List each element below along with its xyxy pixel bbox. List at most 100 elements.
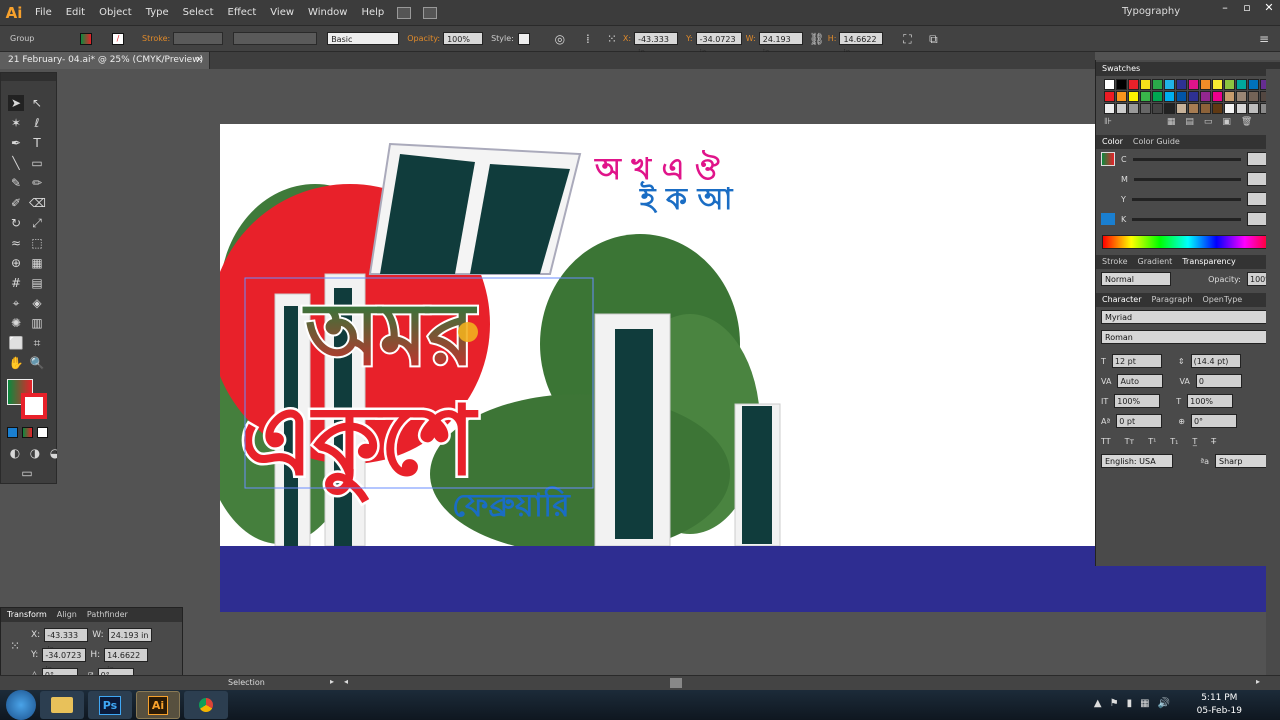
swatch-cell[interactable] <box>1164 79 1175 90</box>
font-family-select[interactable]: Myriad <box>1101 310 1275 324</box>
gradient-mode-icon[interactable] <box>22 427 33 438</box>
baseline-shift-field[interactable]: 0 pt <box>1116 414 1163 428</box>
status-tool[interactable]: Selection <box>228 678 265 687</box>
transform-tab[interactable]: Transform <box>7 608 47 622</box>
swatch-cell[interactable] <box>1128 79 1139 90</box>
none-mode-icon[interactable] <box>37 427 48 438</box>
illustrator-logo[interactable]: Ai <box>0 0 28 25</box>
tools-grip[interactable] <box>1 73 56 81</box>
swatch-cell[interactable] <box>1104 79 1115 90</box>
chrome-taskbar-button[interactable] <box>184 691 228 719</box>
subscript-icon[interactable]: T₁ <box>1170 437 1178 446</box>
swatch-cell[interactable] <box>1152 79 1163 90</box>
scale-tool-icon[interactable]: ⤢ <box>29 215 45 231</box>
swatch-cell[interactable] <box>1188 103 1199 114</box>
swatch-cell[interactable] <box>1128 103 1139 114</box>
blend-tool-icon[interactable]: ◈ <box>29 295 45 311</box>
zoom-tool-icon[interactable]: 🔍 <box>29 355 45 371</box>
swatch-cell[interactable] <box>1188 91 1199 102</box>
start-button[interactable] <box>6 690 36 720</box>
volume-icon[interactable]: 🔊 <box>1158 698 1170 709</box>
small-caps-icon[interactable]: Tт <box>1125 437 1135 446</box>
swatch-cell[interactable] <box>1152 91 1163 102</box>
menu-view[interactable]: View <box>263 0 301 25</box>
menu-window[interactable]: Window <box>301 0 354 25</box>
hand-tool-icon[interactable]: ✋ <box>8 355 24 371</box>
arrange-documents-button[interactable] <box>423 6 438 19</box>
variable-width-profile[interactable] <box>233 32 318 45</box>
artboard[interactable]: অ খ এ ঔ ই ক আ অমর একুশে ফেব্রুয়ারি <box>220 124 1095 546</box>
color-guide-tab[interactable]: Color Guide <box>1133 135 1180 149</box>
status-arrow-icon[interactable]: ▸ <box>330 677 334 686</box>
eraser-icon[interactable]: ⌫ <box>29 195 46 211</box>
swatch-cell[interactable] <box>1212 79 1223 90</box>
perspective-grid-icon[interactable]: ▦ <box>29 255 45 271</box>
subtitle-february[interactable]: ফেব্রুয়ারি <box>452 485 571 524</box>
swatch-cell[interactable] <box>1116 79 1127 90</box>
close-icon[interactable]: ✕ <box>1258 0 1280 16</box>
stroke-color-box[interactable] <box>21 393 47 419</box>
link-icon[interactable]: ⛓ <box>809 31 825 47</box>
paintbrush-icon[interactable]: ✎ <box>8 175 24 191</box>
swatch-cell[interactable] <box>1176 91 1187 102</box>
draw-normal-icon[interactable]: ◐ <box>7 445 23 461</box>
menu-type[interactable]: Type <box>139 0 176 25</box>
color-spectrum[interactable] <box>1102 235 1274 249</box>
swatch-cell[interactable] <box>1176 103 1187 114</box>
tp-w-field[interactable]: 24.193 in <box>107 628 152 642</box>
draw-behind-icon[interactable]: ◑ <box>27 445 43 461</box>
swatch-cell[interactable] <box>1248 79 1259 90</box>
menu-select[interactable]: Select <box>176 0 221 25</box>
document-tab[interactable]: 21 February- 04.ai* @ 25% (CMYK/Preview)… <box>0 52 210 69</box>
width-field[interactable]: 24.193 in <box>758 32 803 57</box>
menu-effect[interactable]: Effect <box>221 0 264 25</box>
photoshop-taskbar-button[interactable]: Ps <box>88 691 132 719</box>
swatch-cell[interactable] <box>1140 103 1151 114</box>
color-tab[interactable]: Color <box>1102 135 1123 149</box>
eyedropper-icon[interactable]: ⌖ <box>8 295 24 311</box>
swatch-grid[interactable] <box>1096 76 1280 117</box>
swatch-cell[interactable] <box>1164 103 1175 114</box>
tray-arrow-icon[interactable]: ▲ <box>1094 698 1102 709</box>
magenta-slider[interactable] <box>1133 177 1241 181</box>
magic-wand-icon[interactable]: ✶ <box>8 115 24 131</box>
title-line-2[interactable]: একুশে <box>238 383 482 507</box>
swatch-cell[interactable] <box>1200 91 1211 102</box>
language-select[interactable]: English: USA <box>1101 454 1173 468</box>
type-tool-icon[interactable]: T <box>29 135 45 151</box>
lasso-icon[interactable]: ℓ <box>29 115 45 131</box>
symbol-sprayer-icon[interactable]: ✺ <box>8 315 24 331</box>
swatch-cell[interactable] <box>1248 103 1259 114</box>
opacity-field[interactable]: 100% <box>443 32 484 45</box>
character-tab[interactable]: Character <box>1102 293 1142 307</box>
menu-file[interactable]: File <box>28 0 59 25</box>
mesh-tool-icon[interactable]: # <box>8 275 24 291</box>
strikethrough-icon[interactable]: T̶ <box>1211 437 1216 446</box>
fill-swatch[interactable] <box>80 32 92 45</box>
illustrator-taskbar-button[interactable]: Ai <box>136 691 180 719</box>
font-size-field[interactable]: 12 pt <box>1111 354 1162 368</box>
swatch-cell[interactable] <box>1116 103 1127 114</box>
swatch-cell[interactable] <box>1164 91 1175 102</box>
hscroll-right-icon[interactable]: ▸ <box>1256 677 1260 686</box>
gradient-tab[interactable]: Gradient <box>1138 255 1173 269</box>
free-transform-icon[interactable]: ⬚ <box>29 235 45 251</box>
swatch-cell[interactable] <box>1236 91 1247 102</box>
tracking-field[interactable]: 0 <box>1195 374 1242 388</box>
swatch-cell[interactable] <box>1104 91 1115 102</box>
swatch-cell[interactable] <box>1224 79 1235 90</box>
paragraph-tab[interactable]: Paragraph <box>1152 293 1193 307</box>
all-caps-icon[interactable]: TT <box>1101 437 1111 446</box>
network-icon[interactable]: ▦ <box>1140 698 1149 709</box>
swatches-tab[interactable]: Swatches <box>1102 62 1140 76</box>
stroke-weight-field[interactable] <box>173 32 224 45</box>
system-clock[interactable]: 5:11 PM 05-Feb-19 <box>1197 692 1242 718</box>
selection-tool-icon[interactable]: ➤ <box>8 95 24 111</box>
underline-icon[interactable]: T̲ <box>1192 437 1197 446</box>
swatch-options-icon[interactable]: ▤ <box>1185 117 1194 131</box>
swatch-cell[interactable] <box>1200 79 1211 90</box>
bengali-letters-bottom[interactable]: ই ক আ <box>639 181 733 217</box>
x-field[interactable]: -43.333 in <box>634 32 679 57</box>
swatch-cell[interactable] <box>1236 103 1247 114</box>
explorer-taskbar-button[interactable] <box>40 691 84 719</box>
